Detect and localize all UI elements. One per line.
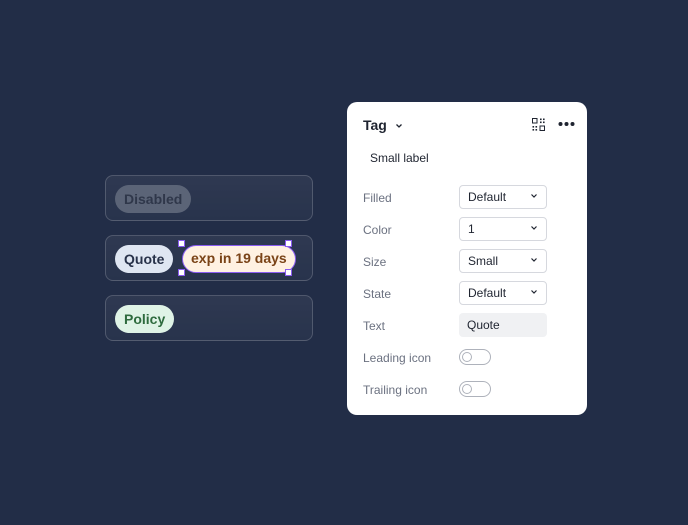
state-value: Default [468, 286, 507, 300]
text-label: Text [363, 319, 386, 333]
quote-tag[interactable]: Quote [115, 245, 174, 273]
text-input-value: Quote [467, 318, 500, 332]
filled-select[interactable]: Default [459, 185, 547, 209]
selection-handle-top-right[interactable] [285, 240, 292, 247]
policy-tag[interactable]: Policy [115, 305, 175, 333]
properties-panel: Tag Small label Filled Default Color 1 S… [347, 102, 587, 415]
state-select[interactable]: Default [459, 281, 547, 305]
leading-icon-toggle[interactable] [459, 349, 491, 365]
filled-label: Filled [363, 191, 392, 205]
leading-icon-label: Leading icon [363, 351, 432, 365]
size-label: Size [363, 255, 387, 269]
tag-row-quote: Quote exp in 19 days [105, 235, 313, 281]
color-value: 1 [468, 222, 475, 236]
tag-row-disabled: Disabled [105, 175, 313, 221]
toggle-knob [462, 384, 472, 394]
chevron-down-icon [531, 290, 537, 294]
panel-title[interactable]: Tag [363, 117, 387, 133]
toggle-knob [462, 352, 472, 362]
chevron-down-icon[interactable] [395, 122, 403, 130]
selection-handle-bottom-left[interactable] [178, 269, 185, 276]
state-label: State [363, 287, 392, 301]
color-select[interactable]: 1 [459, 217, 547, 241]
chevron-down-icon [531, 194, 537, 198]
size-select[interactable]: Small [459, 249, 547, 273]
chevron-down-icon [531, 258, 537, 262]
trailing-icon-label: Trailing icon [363, 383, 428, 397]
text-input[interactable]: Quote [459, 313, 547, 337]
expiry-tag-selected[interactable]: exp in 19 days [182, 245, 296, 273]
more-horizontal-icon[interactable] [558, 117, 575, 131]
tag-row-policy: Policy [105, 295, 313, 341]
chevron-down-icon [531, 226, 537, 230]
selection-handle-bottom-right[interactable] [285, 269, 292, 276]
disabled-tag: Disabled [115, 185, 192, 213]
selection-handle-top-left[interactable] [178, 240, 185, 247]
trailing-icon-toggle[interactable] [459, 381, 491, 397]
component-variant-label: Small label [370, 151, 429, 165]
color-label: Color [363, 223, 392, 237]
filled-value: Default [468, 190, 507, 204]
size-value: Small [468, 254, 499, 268]
component-grid-icon[interactable] [532, 118, 545, 131]
